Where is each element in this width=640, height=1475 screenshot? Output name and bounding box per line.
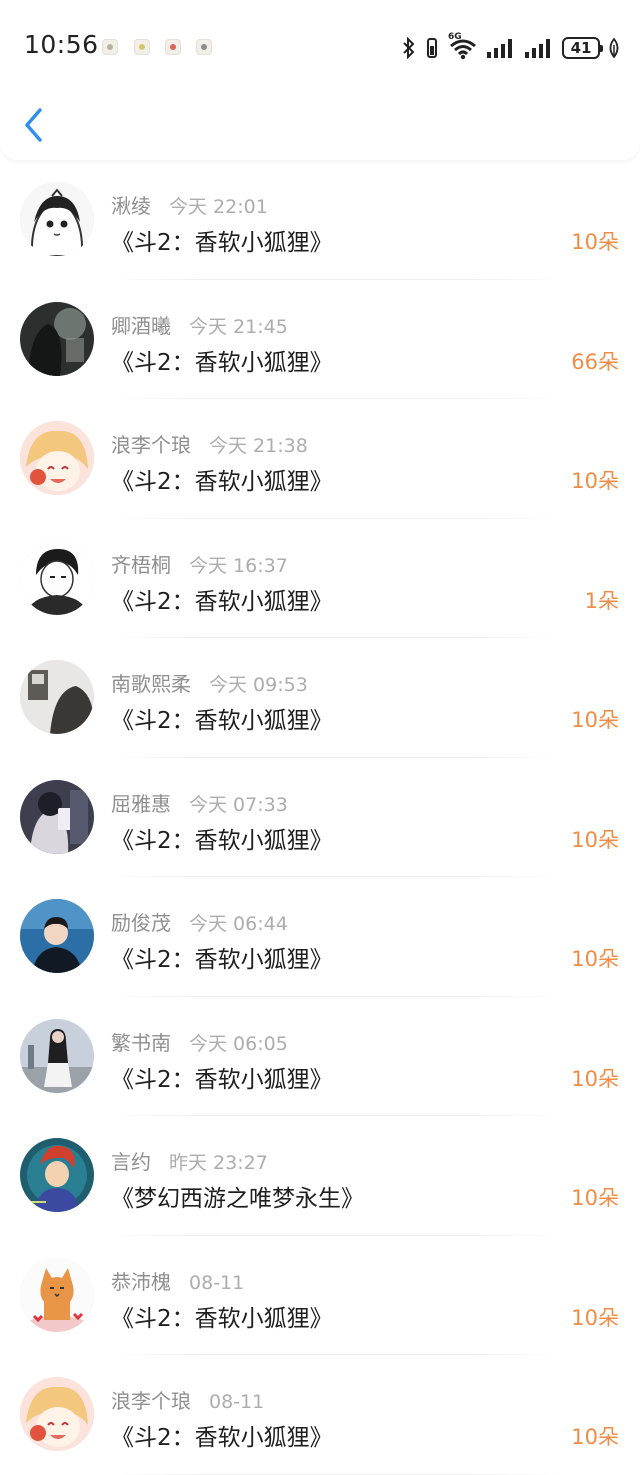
- timestamp: 今天 22:01: [169, 196, 268, 218]
- book-title[interactable]: 《斗2：香软小狐狸》: [111, 462, 333, 496]
- timestamp: 今天 21:45: [189, 315, 288, 338]
- gift-count: 10朵: [571, 947, 619, 971]
- wifi-indicator: 6G: [448, 32, 478, 60]
- user-name[interactable]: 湫绫: [111, 194, 151, 218]
- notification-icon: [134, 39, 150, 55]
- gift-count: 10朵: [571, 1186, 619, 1210]
- avatar[interactable]: [20, 1018, 94, 1093]
- signal-icon: [525, 39, 550, 58]
- timestamp: 今天 06:44: [189, 913, 288, 935]
- book-title[interactable]: 《斗2：香软小狐狸》: [111, 582, 333, 616]
- book-title[interactable]: 《斗2：香软小狐狸》: [111, 701, 333, 735]
- timestamp: 今天 16:37: [189, 554, 288, 577]
- leaf-icon: [609, 38, 619, 58]
- back-button[interactable]: [18, 104, 52, 146]
- user-name[interactable]: 恭沛槐: [111, 1270, 171, 1294]
- user-name[interactable]: 言约: [111, 1150, 151, 1174]
- book-title[interactable]: 《斗2：香软小狐狸》: [111, 343, 333, 377]
- avatar[interactable]: [20, 1377, 94, 1451]
- notification-icon: [165, 39, 181, 55]
- list-item[interactable]: 励俊茂 今天 06:44 《斗2：香软小狐狸》 10朵: [0, 877, 640, 997]
- timestamp: 今天 06:05: [189, 1032, 288, 1055]
- avatar[interactable]: [20, 540, 94, 615]
- gift-count: 10朵: [571, 827, 619, 852]
- timestamp: 今天 07:33: [189, 793, 288, 816]
- timestamp: 08-11: [209, 1391, 265, 1413]
- timestamp: 昨天 23:27: [169, 1152, 268, 1174]
- book-title[interactable]: 《斗2：香软小狐狸》: [111, 940, 333, 974]
- list-item[interactable]: 南歌熙柔 今天 09:53 《斗2：香软小狐狸》 10朵: [0, 638, 640, 758]
- user-name[interactable]: 齐梧桐: [111, 553, 171, 577]
- avatar[interactable]: [20, 421, 94, 495]
- battery-level: 41: [570, 39, 592, 57]
- gift-count: 66朵: [571, 349, 619, 374]
- list-item[interactable]: 繁书南 今天 06:05 《斗2：香软小狐狸》 10朵: [0, 997, 640, 1116]
- avatar[interactable]: [20, 182, 94, 256]
- list-item[interactable]: 恭沛槐 08-11 《斗2：香软小狐狸》 10朵: [0, 1236, 640, 1355]
- vibrate-icon: [427, 38, 437, 58]
- gift-count: 10朵: [571, 708, 619, 732]
- avatar[interactable]: [20, 301, 94, 376]
- book-title[interactable]: 《斗2：香软小狐狸》: [111, 223, 333, 257]
- gift-count: 10朵: [571, 469, 619, 493]
- notification-icon: [102, 39, 118, 55]
- wifi-icon: [450, 39, 476, 60]
- notification-icon: [196, 39, 212, 55]
- timestamp: 今天 09:53: [209, 674, 308, 696]
- list-item[interactable]: 卿酒曦 今天 21:45 《斗2：香软小狐狸》 66朵: [0, 280, 640, 399]
- book-title[interactable]: 《斗2：香软小狐狸》: [111, 1418, 333, 1452]
- user-name[interactable]: 励俊茂: [111, 911, 171, 935]
- avatar[interactable]: [20, 779, 94, 854]
- gift-count: 10朵: [571, 230, 619, 254]
- avatar[interactable]: [20, 660, 94, 734]
- signal-icon: [487, 39, 512, 58]
- divider: [111, 1473, 560, 1475]
- user-name[interactable]: 南歌熙柔: [111, 672, 191, 696]
- book-title[interactable]: 《梦幻西游之唯梦永生》: [111, 1179, 364, 1213]
- book-title[interactable]: 《斗2：香软小狐狸》: [111, 1299, 333, 1333]
- book-title[interactable]: 《斗2：香软小狐狸》: [111, 1060, 333, 1094]
- timestamp: 今天 21:38: [209, 435, 308, 457]
- user-name[interactable]: 卿酒曦: [111, 314, 171, 338]
- gift-count: 1朵: [584, 588, 619, 613]
- book-title[interactable]: 《斗2：香软小狐狸》: [111, 821, 333, 855]
- gift-count: 10朵: [571, 1425, 619, 1449]
- gift-record-list: 湫绫 今天 22:01 《斗2：香软小狐狸》 10朵 卿酒曦 今天 21:45 《斗…: [0, 160, 640, 1475]
- avatar[interactable]: [20, 1138, 94, 1212]
- bluetooth-icon: [403, 37, 415, 59]
- gift-count: 10朵: [571, 1305, 619, 1330]
- user-name[interactable]: 繁书南: [111, 1031, 171, 1055]
- user-name[interactable]: 浪李个琅: [111, 1389, 191, 1413]
- chevron-left-icon: [25, 108, 42, 142]
- list-item[interactable]: 言约 昨天 23:27 《梦幻西游之唯梦永生》 10朵: [0, 1116, 640, 1236]
- list-item[interactable]: 湫绫 今天 22:01 《斗2：香软小狐狸》 10朵: [0, 160, 640, 280]
- top-bar: 10:56 6G 41: [0, 0, 640, 160]
- list-item[interactable]: 屈雅惠 今天 07:33 《斗2：香软小狐狸》 10朵: [0, 758, 640, 877]
- avatar[interactable]: [20, 1257, 94, 1332]
- user-name[interactable]: 浪李个琅: [111, 433, 191, 457]
- list-item[interactable]: 浪李个琅 今天 21:38 《斗2：香软小狐狸》 10朵: [0, 399, 640, 519]
- status-indicators: 6G 41: [402, 32, 620, 63]
- list-item[interactable]: 齐梧桐 今天 16:37 《斗2：香软小狐狸》 1朵: [0, 519, 640, 638]
- avatar[interactable]: [20, 899, 94, 973]
- timestamp: 08-11: [189, 1271, 245, 1294]
- list-item[interactable]: 浪李个琅 08-11 《斗2：香软小狐狸》 10朵: [0, 1355, 640, 1475]
- gift-count: 10朵: [571, 1066, 619, 1091]
- battery-indicator: 41: [562, 37, 603, 59]
- status-time: 10:56: [24, 30, 99, 59]
- user-name[interactable]: 屈雅惠: [111, 792, 171, 816]
